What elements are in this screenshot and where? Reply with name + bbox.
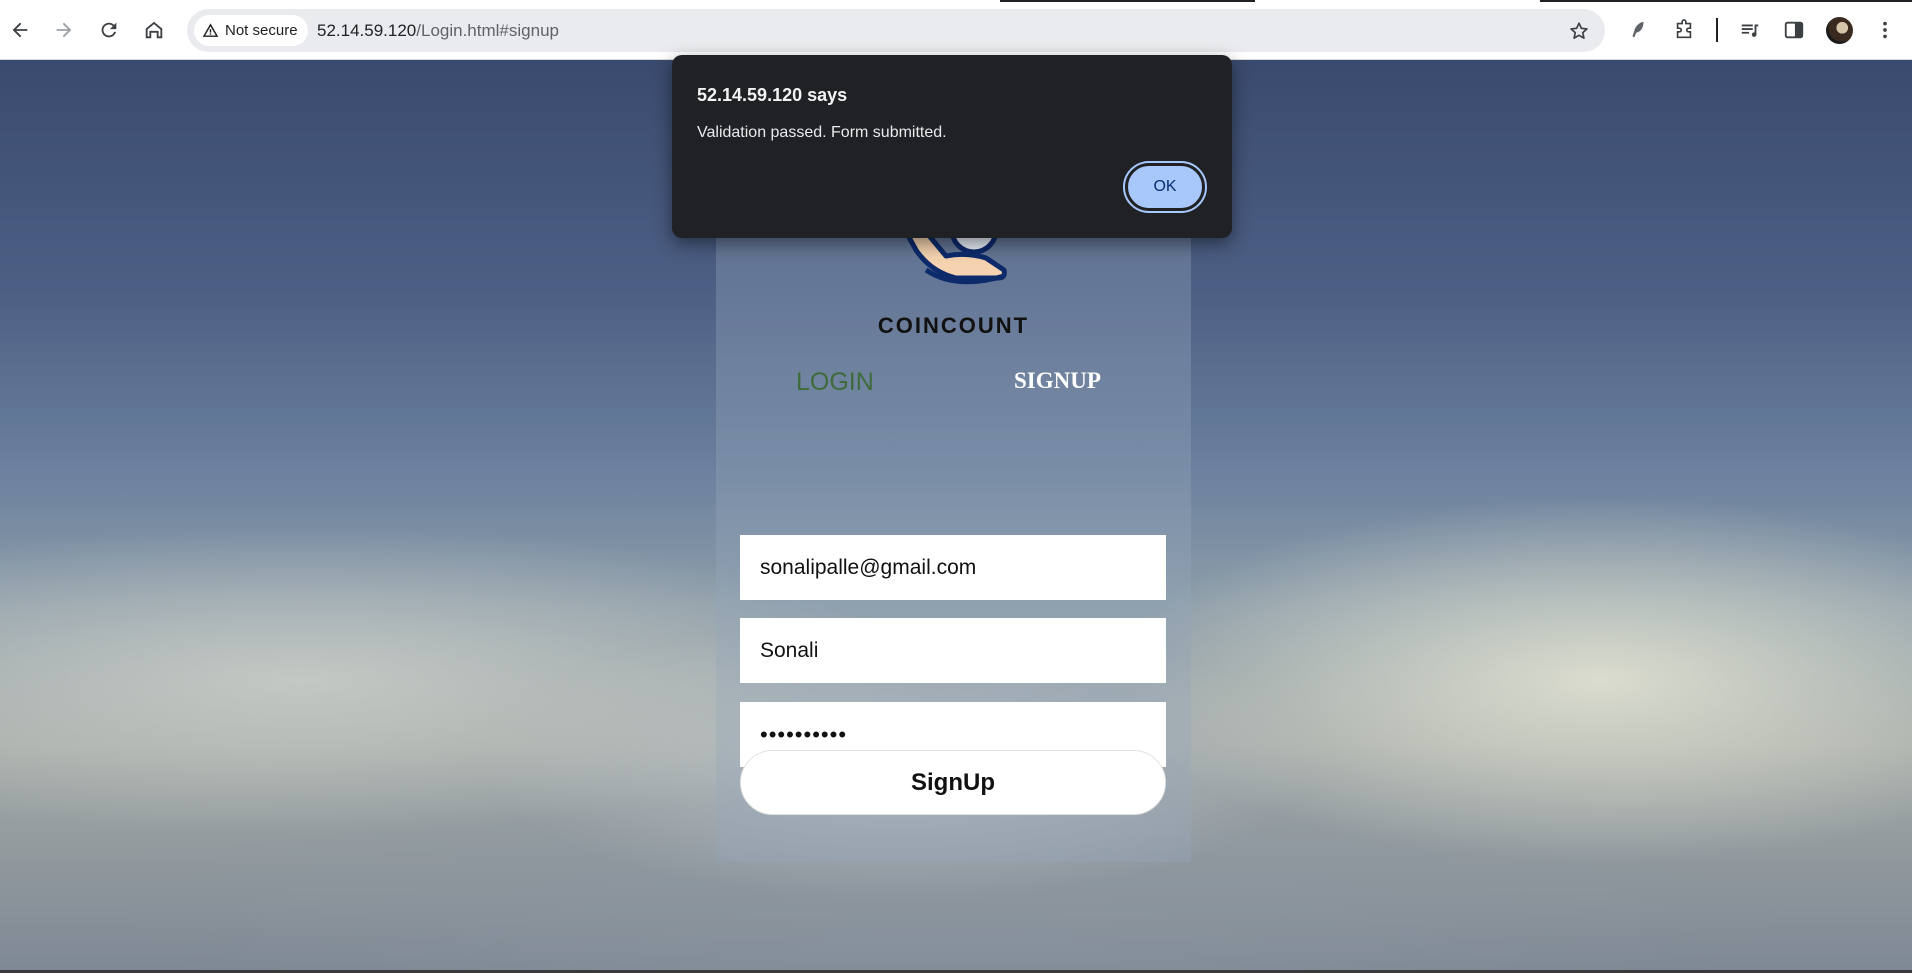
side-panel-button[interactable] [1778,14,1810,46]
back-button[interactable] [2,12,38,48]
tab-signup[interactable]: SIGNUP [1014,368,1101,394]
tab-login[interactable]: LOGIN [796,368,874,397]
feather-icon [1632,21,1644,38]
dialog-title: 52.14.59.120 says [697,85,848,105]
media-controls-button[interactable] [1734,14,1766,46]
dialog-message: Validation passed. Form submitted. [697,124,947,141]
extensions-menu-button[interactable] [1668,14,1700,46]
arrow-right-icon [56,22,72,38]
security-chip[interactable]: Not secure [194,15,308,46]
puzzle-icon [1676,19,1692,39]
url-text[interactable]: 52.14.59.120/Login.html#signup [317,9,559,52]
star-icon [1570,22,1588,39]
forward-button[interactable] [46,12,82,48]
reload-icon [101,22,117,38]
address-bar[interactable]: Not secure 52.14.59.120/Login.html#signu… [187,9,1605,52]
alert-dialog: 52.14.59.120 says Validation passed. For… [672,55,1232,238]
toolbar-divider [1716,18,1718,42]
signup-card: · COINCOUNT LOGIN SIGNUP sonalipalle@gma… [716,205,1191,862]
reload-button[interactable] [91,12,127,48]
home-button[interactable] [136,12,172,48]
name-field[interactable]: Sonali [740,618,1166,683]
side-panel-icon [1784,21,1804,39]
profile-avatar[interactable] [1826,17,1853,44]
home-icon [145,21,163,39]
browser-toolbar: Not secure 52.14.59.120/Login.html#signu… [0,0,1912,60]
email-field[interactable]: sonalipalle@gmail.com [740,535,1166,600]
warning-icon [202,23,219,37]
extension-button[interactable] [1622,14,1654,46]
signup-button[interactable]: SignUp [740,750,1166,815]
dialog-ok-button[interactable]: OK [1123,161,1207,213]
brand-name: COINCOUNT [877,313,1030,338]
tab-strip-edge [1000,0,1255,2]
url-path: /Login.html#signup [416,21,559,40]
url-host: 52.14.59.120 [317,21,417,40]
queue-music-icon [1741,24,1759,37]
bookmark-button[interactable] [1565,17,1593,45]
security-label: Not secure [225,22,298,39]
tab-strip-edge [1540,0,1912,2]
browser-menu-button[interactable] [1869,14,1901,46]
arrow-left-icon [12,22,28,38]
more-vert-icon [1883,21,1887,39]
